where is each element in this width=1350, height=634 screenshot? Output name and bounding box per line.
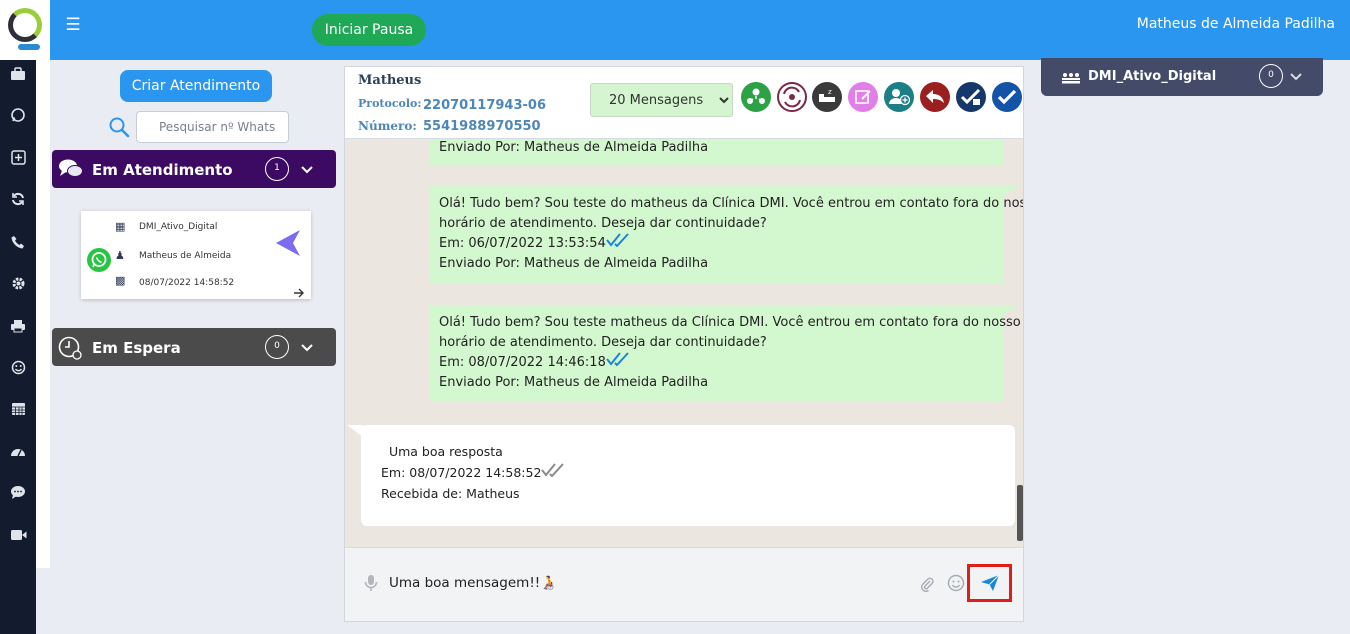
messages-count-select[interactable]: 20 Mensagens (590, 83, 733, 117)
chevron-down-icon[interactable] (300, 162, 314, 176)
calendar-user-icon: ▩ (115, 274, 126, 287)
number-value: 5541988970550 (423, 119, 541, 134)
chat-header: Matheus Protocolo: 22070117943-06 Número… (345, 67, 1023, 139)
finish-check-icon[interactable] (956, 82, 986, 112)
transfer-icon[interactable] (777, 82, 807, 112)
logo (0, 0, 50, 60)
chat-panel: Matheus Protocolo: 22070117943-06 Número… (344, 66, 1024, 622)
message-text: Olá! Tudo bem? Sou teste do matheus da C… (439, 196, 1023, 211)
ticket-agent: Matheus de Almeida (139, 251, 232, 261)
message-timestamp: Em: 08/07/2022 14:46:18 (439, 355, 606, 370)
navigation-arrow-icon (275, 229, 301, 261)
emoji-icon[interactable] (947, 574, 965, 592)
message-outgoing: Enviado Por: Matheus de Almeida Padilha (429, 140, 1003, 165)
message-sender: Enviado Por: Matheus de Almeida Padilha (439, 374, 709, 390)
sidebar-panel-edge (36, 60, 50, 568)
edit-icon[interactable] (848, 82, 878, 112)
messages-scrollbar[interactable] (1017, 485, 1023, 541)
queue-group-icon (1061, 70, 1081, 89)
sleep-icon[interactable]: z (812, 82, 842, 112)
count-badge: 0 (265, 335, 289, 359)
section-title: Em Espera (92, 339, 181, 357)
queue-card[interactable]: DMI_Ativo_Digital 0 (1041, 58, 1323, 96)
section-em-atendimento[interactable]: Em Atendimento 1 (52, 150, 336, 188)
section-title: Em Atendimento (92, 161, 233, 179)
start-pause-button[interactable]: Iniciar Pausa (312, 14, 426, 46)
chat-icon[interactable] (0, 484, 36, 508)
message-text: Olá! Tudo bem? Sou teste matheus da Clín… (439, 315, 1021, 330)
message-composer (345, 547, 1023, 621)
search-icon[interactable] (108, 116, 130, 138)
svg-text:z: z (828, 88, 832, 96)
calendar-icon[interactable] (0, 400, 36, 424)
whatsapp-icon[interactable] (0, 107, 36, 131)
refresh-icon[interactable] (0, 191, 36, 215)
top-bar: ☰ Iniciar Pausa Matheus de Almeida Padil… (0, 0, 1350, 60)
double-check-read-icon (606, 233, 632, 251)
queue-building-icon: ▦ (115, 220, 126, 233)
section-em-espera[interactable]: Em Espera 0 (52, 328, 336, 366)
transfer-group-icon[interactable] (741, 82, 771, 112)
message-timestamp: Em: 08/07/2022 14:58:52 (381, 465, 542, 480)
count-badge: 1 (265, 157, 289, 181)
open-arrow-icon[interactable] (293, 283, 305, 302)
send-button[interactable] (967, 564, 1012, 602)
hamburger-menu-icon[interactable]: ☰ (62, 14, 84, 36)
paperclip-icon[interactable] (919, 576, 935, 592)
message-incoming: Uma boa resposta Em: 08/07/2022 14:58:52… (361, 425, 1015, 526)
add-user-icon[interactable] (884, 82, 914, 112)
phone-icon[interactable] (0, 233, 36, 257)
message-timestamp: Em: 06/07/2022 13:53:54 (439, 236, 606, 251)
whatsapp-badge-icon (86, 247, 112, 277)
message-text: Uma boa resposta (381, 444, 503, 459)
message-text: horário de atendimento. Deseja dar conti… (439, 215, 767, 231)
whatsapp-number-search-input[interactable] (136, 111, 289, 143)
microphone-icon[interactable] (363, 574, 379, 592)
message-outgoing: Olá! Tudo bem? Sou teste do matheus da C… (429, 186, 1023, 283)
double-check-icon (541, 463, 567, 480)
chevron-down-icon[interactable] (300, 340, 314, 354)
dashboard-icon[interactable] (0, 442, 36, 466)
message-input[interactable] (389, 560, 909, 600)
send-icon (981, 574, 1000, 591)
number-label: Número: (358, 119, 417, 133)
user-name[interactable]: Matheus de Almeida Padilha (1137, 16, 1335, 32)
ticket-card[interactable]: ▦ DMI_Ativo_Digital ♟ Matheus de Almeida… (81, 211, 311, 299)
chat-bubbles-icon (58, 158, 84, 180)
double-check-read-icon (606, 352, 632, 370)
protocol-label: Protocolo: (358, 97, 422, 110)
ticket-queue: DMI_Ativo_Digital (139, 222, 218, 232)
gear-icon[interactable] (0, 275, 36, 299)
message-text: horário de atendimento. Deseja dar conti… (439, 334, 767, 350)
video-icon[interactable] (0, 525, 36, 549)
message-outgoing: Olá! Tudo bem? Sou teste matheus da Clín… (429, 305, 1021, 402)
smiley-icon[interactable] (0, 359, 36, 383)
message-sender: Enviado Por: Matheus de Almeida Padilha (439, 140, 709, 155)
check-icon[interactable] (992, 82, 1022, 112)
ticket-datetime: 08/07/2022 14:58:52 (139, 278, 235, 288)
plus-square-icon[interactable] (0, 149, 36, 173)
create-service-button[interactable]: Criar Atendimento (120, 70, 272, 102)
protocol-value: 22070117943-06 (423, 98, 546, 113)
sidebar-rail (0, 60, 36, 634)
contact-name: Matheus (358, 73, 422, 88)
chevron-down-icon[interactable] (1289, 69, 1303, 83)
message-sender: Enviado Por: Matheus de Almeida Padilha (439, 255, 709, 271)
return-icon[interactable] (920, 82, 950, 112)
agent-icon: ♟ (115, 249, 125, 262)
briefcase-icon[interactable] (0, 65, 36, 89)
count-badge: 0 (1259, 64, 1283, 88)
clock-icon (58, 336, 84, 360)
messages-area[interactable]: Enviado Por: Matheus de Almeida Padilha … (345, 140, 1023, 547)
message-received-from: Recebida de: Matheus (381, 486, 520, 501)
queue-name: DMI_Ativo_Digital (1088, 69, 1217, 84)
printer-icon[interactable] (0, 317, 36, 341)
